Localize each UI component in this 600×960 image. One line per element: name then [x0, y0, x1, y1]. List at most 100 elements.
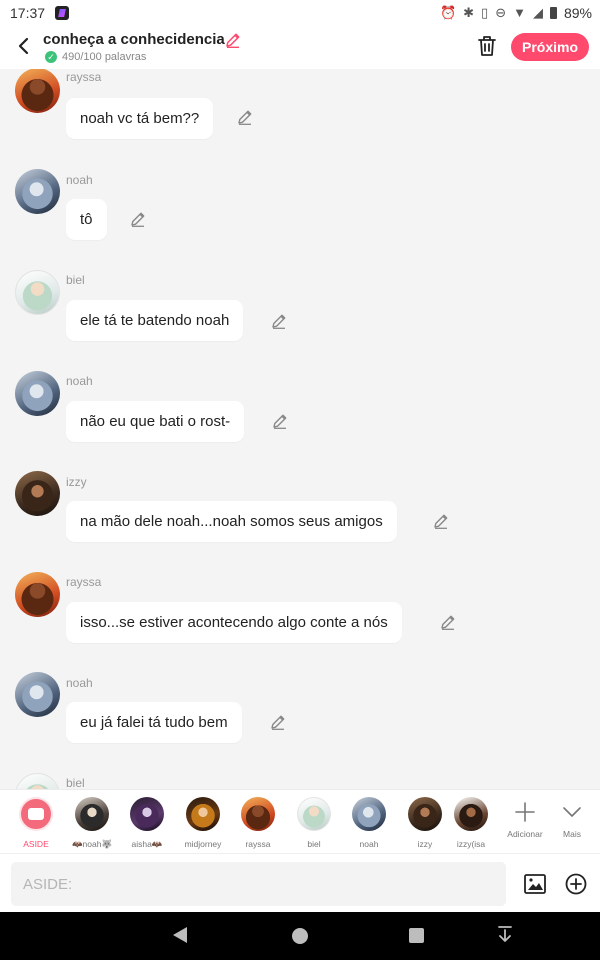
message-sender: noah: [66, 374, 93, 388]
nav-home-icon[interactable]: [292, 928, 308, 944]
message-bubble[interactable]: isso...se estiver acontecendo algo conte…: [66, 602, 402, 643]
plus-icon: [515, 802, 535, 822]
character-label: izzy(isa: [456, 839, 486, 849]
word-count: 490/100 palavras: [62, 51, 147, 63]
avatar-noah[interactable]: [15, 371, 60, 416]
chevron-left-icon: [18, 37, 29, 55]
image-icon[interactable]: [523, 872, 547, 896]
avatar-noah[interactable]: [15, 169, 60, 214]
input-bar: [0, 853, 600, 912]
character-avatar: [75, 797, 109, 831]
back-button[interactable]: [12, 33, 34, 59]
app-notification-icon: [55, 5, 70, 20]
character-label: aisha🦇: [131, 839, 163, 849]
status-bar: 17:37 ⏰ ✱ ▯ ⊖ ▼ ◢ 89%: [0, 0, 600, 25]
character-label: noah: [359, 839, 379, 849]
character-item[interactable]: midjorney: [175, 796, 231, 850]
battery-icon: [549, 6, 557, 19]
aside-avatar: [19, 797, 53, 831]
message-sender: biel: [66, 273, 85, 287]
edit-message-icon[interactable]: [236, 108, 254, 126]
message-bubble[interactable]: ele tá te batendo noah: [66, 300, 244, 341]
character-label: midjorney: [184, 839, 222, 849]
avatar-noah[interactable]: [15, 672, 60, 717]
system-navigation-bar: [0, 912, 600, 960]
avatar-izzy[interactable]: [15, 471, 60, 516]
character-item[interactable]: noah: [341, 796, 397, 850]
character-bar: ASIDE 🦇noah🐺 aisha🦇 midjorney rayssa bie…: [0, 789, 600, 853]
avatar-rayssa[interactable]: [15, 69, 60, 113]
story-title: conheça a conhecidencia: [43, 31, 225, 48]
edit-title-icon[interactable]: [224, 31, 242, 49]
edit-message-icon[interactable]: [269, 713, 287, 731]
aside-bubble-icon: [28, 808, 44, 820]
message-sender: noah: [66, 173, 93, 187]
character-label: 🦇noah🐺: [71, 839, 113, 849]
edit-message-icon[interactable]: [270, 312, 288, 330]
character-avatar: [352, 797, 386, 831]
character-item[interactable]: biel: [286, 796, 342, 850]
battery-level: 89%: [563, 4, 592, 21]
chat-message: rayssa noah vc tá bem??: [0, 69, 600, 167]
edit-message-icon[interactable]: [432, 512, 450, 530]
nav-back-icon[interactable]: [173, 927, 187, 943]
story-header: conheça a conhecidencia ✓ 490/100 palavr…: [0, 25, 600, 69]
more-label: Mais: [563, 829, 581, 839]
message-bubble[interactable]: na mão dele noah...noah somos seus amigo…: [66, 501, 397, 542]
alarm-icon: ⏰: [439, 5, 457, 20]
character-label: izzy: [417, 839, 433, 849]
character-item[interactable]: izzy(isa: [448, 796, 494, 850]
message-bubble[interactable]: eu já falei tá tudo bem: [66, 702, 242, 743]
message-sender: rayssa: [66, 70, 102, 84]
character-item[interactable]: izzy: [397, 796, 453, 850]
message-sender: biel: [66, 776, 85, 789]
add-circle-icon[interactable]: [564, 872, 588, 896]
add-character-button[interactable]: Adicionar: [500, 796, 550, 839]
chevron-down-icon: [563, 807, 581, 817]
more-button[interactable]: Mais: [555, 796, 589, 839]
edit-message-icon[interactable]: [129, 210, 147, 228]
avatar-biel[interactable]: [15, 773, 60, 789]
character-item[interactable]: rayssa: [230, 796, 286, 850]
message-bubble[interactable]: noah vc tá bem??: [66, 98, 214, 139]
chat-area[interactable]: rayssa noah vc tá bem?? noah tô biel ele…: [0, 69, 600, 789]
signal-icon: ◢: [532, 5, 543, 20]
edit-message-icon[interactable]: [439, 613, 457, 631]
message-sender: noah: [66, 676, 93, 690]
next-button[interactable]: Próximo: [511, 33, 589, 61]
chat-message: noah eu já falei tá tudo bem: [0, 671, 600, 771]
chat-message: noah tô: [0, 168, 600, 268]
character-avatar: [130, 797, 164, 831]
edit-message-icon[interactable]: [271, 412, 289, 430]
message-sender: izzy: [66, 475, 87, 489]
check-icon: ✓: [45, 51, 57, 63]
dnd-icon: ⊖: [495, 5, 507, 20]
message-bubble[interactable]: tô: [66, 199, 107, 240]
bluetooth-icon: ✱: [463, 5, 475, 20]
character-avatar: [454, 797, 488, 831]
character-avatar: [297, 797, 331, 831]
hide-keyboard-icon[interactable]: [497, 925, 513, 945]
avatar-biel[interactable]: [15, 270, 60, 315]
message-bubble[interactable]: não eu que bati o rost-: [66, 401, 245, 442]
character-label: biel: [307, 839, 321, 849]
character-avatar: [241, 797, 275, 831]
add-label: Adicionar: [507, 829, 543, 839]
chat-message: biel ele tá te batendo noah: [0, 269, 600, 369]
chat-message: noah não eu que bati o rost-: [0, 370, 600, 470]
word-count-row: ✓ 490/100 palavras: [45, 51, 146, 63]
chat-message: izzy na mão dele noah...noah somos seus …: [0, 470, 600, 570]
message-sender: rayssa: [66, 575, 102, 589]
trash-icon[interactable]: [476, 34, 498, 58]
vibrate-icon: ▯: [481, 5, 489, 20]
character-label: rayssa: [245, 839, 271, 849]
character-item[interactable]: aisha🦇: [119, 796, 175, 850]
character-avatar: [186, 797, 220, 831]
character-aside[interactable]: ASIDE: [8, 796, 64, 850]
nav-recents-icon[interactable]: [409, 928, 424, 943]
avatar-rayssa[interactable]: [15, 572, 60, 617]
message-input[interactable]: [11, 862, 506, 906]
chat-message: rayssa isso...se estiver acontecendo alg…: [0, 571, 600, 671]
wifi-icon: ▼: [513, 5, 526, 20]
character-item[interactable]: 🦇noah🐺: [64, 796, 120, 850]
